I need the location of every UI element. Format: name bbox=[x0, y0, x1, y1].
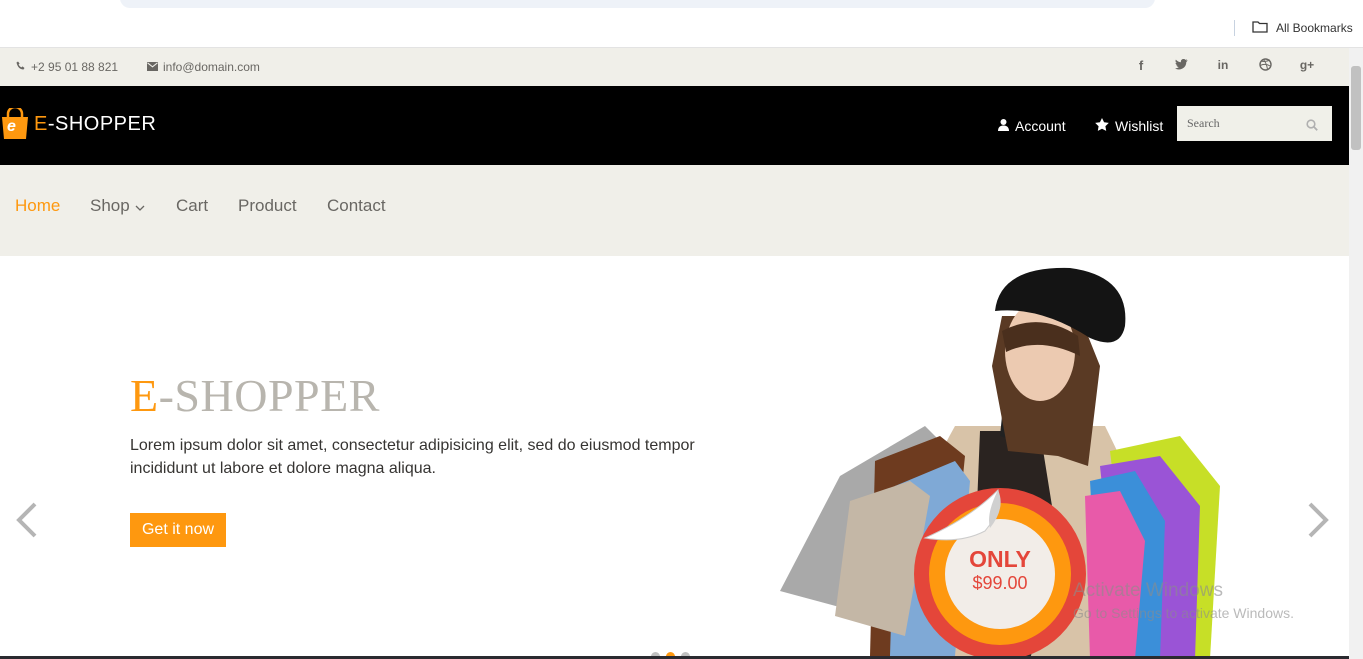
address-bar[interactable] bbox=[120, 0, 1155, 8]
nav-home[interactable]: Home bbox=[15, 196, 60, 216]
price-badge: ONLY $99.00 bbox=[945, 546, 1055, 594]
scrollbar-thumb[interactable] bbox=[1351, 66, 1361, 150]
phone-number: +2 95 01 88 821 bbox=[31, 60, 119, 74]
twitter-icon[interactable] bbox=[1171, 58, 1191, 76]
activate-windows-subtitle: Go to Settings to activate Windows. bbox=[1073, 605, 1294, 621]
phone-contact[interactable]: +2 95 01 88 821 bbox=[16, 60, 118, 74]
dribbble-icon[interactable] bbox=[1255, 58, 1275, 76]
hero-title-e: E bbox=[130, 370, 159, 421]
nav-cart[interactable]: Cart bbox=[176, 196, 208, 216]
chevron-right-icon[interactable] bbox=[1306, 502, 1330, 543]
nav-shop-label: Shop bbox=[90, 196, 130, 215]
linkedin-icon[interactable]: in bbox=[1213, 58, 1233, 76]
hero-title: E-SHOPPER bbox=[130, 369, 380, 422]
account-link[interactable]: Account bbox=[998, 118, 1066, 134]
logo-wordmark-e: E bbox=[34, 112, 48, 135]
main-navigation: Home Shop Cart Product Contact bbox=[0, 165, 1349, 256]
shopping-bag-icon: e bbox=[0, 105, 30, 140]
wishlist-link[interactable]: Wishlist bbox=[1095, 118, 1163, 134]
site-logo[interactable]: e E-SHOPPER bbox=[0, 105, 156, 140]
star-icon bbox=[1095, 118, 1109, 134]
nav-contact[interactable]: Contact bbox=[327, 196, 386, 216]
phone-icon bbox=[16, 60, 26, 74]
account-label: Account bbox=[1015, 118, 1066, 134]
chevron-down-icon bbox=[135, 196, 145, 216]
user-icon bbox=[998, 118, 1009, 134]
badge-only-label: ONLY bbox=[969, 546, 1031, 572]
email-contact[interactable]: info@domain.com bbox=[147, 60, 260, 74]
folder-icon bbox=[1252, 20, 1268, 36]
nav-shop[interactable]: Shop bbox=[90, 196, 145, 216]
site-header: e E-SHOPPER Account Wishlist bbox=[0, 86, 1349, 165]
hero-title-rest: -SHOPPER bbox=[158, 370, 380, 421]
envelope-icon bbox=[147, 60, 158, 74]
activate-windows-title: Activate Windows bbox=[1073, 580, 1223, 601]
facebook-icon[interactable]: f bbox=[1131, 58, 1151, 76]
wishlist-label: Wishlist bbox=[1115, 118, 1164, 134]
search-icon[interactable] bbox=[1306, 118, 1318, 136]
get-it-now-button[interactable]: Get it now bbox=[130, 513, 226, 547]
browser-toolbar: All Bookmarks bbox=[0, 0, 1363, 48]
google-plus-icon[interactable]: g+ bbox=[1297, 58, 1317, 76]
bookmarks-divider bbox=[1234, 20, 1235, 36]
contact-bar: +2 95 01 88 821 info@domain.com f in g+ bbox=[0, 48, 1349, 86]
page-scrollbar[interactable] bbox=[1349, 48, 1363, 659]
nav-product[interactable]: Product bbox=[238, 196, 297, 216]
chevron-left-icon[interactable] bbox=[15, 502, 39, 543]
logo-letter: e bbox=[7, 118, 16, 135]
logo-wordmark: E-SHOPPER bbox=[34, 113, 156, 136]
all-bookmarks-button[interactable]: All Bookmarks bbox=[1252, 20, 1353, 36]
logo-wordmark-rest: -SHOPPER bbox=[47, 112, 157, 135]
hero-description: Lorem ipsum dolor sit amet, consectetur … bbox=[130, 437, 695, 477]
badge-price-label: $99.00 bbox=[972, 573, 1028, 593]
all-bookmarks-label: All Bookmarks bbox=[1276, 21, 1353, 35]
hero-slider: E-SHOPPER Lorem ipsum dolor sit amet, co… bbox=[0, 256, 1349, 659]
email-address: info@domain.com bbox=[163, 60, 260, 74]
